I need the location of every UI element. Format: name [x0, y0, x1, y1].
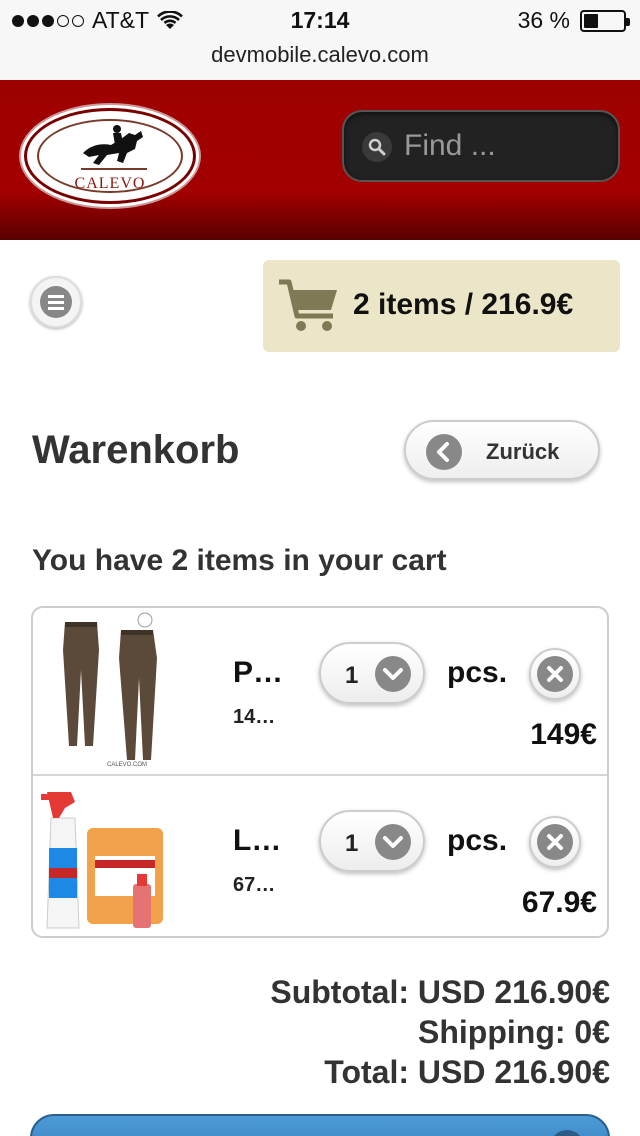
- checkout-button[interactable]: [30, 1114, 610, 1136]
- quantity-select[interactable]: 1: [319, 810, 425, 872]
- cart-summary-button[interactable]: 2 items / 216.9€: [263, 260, 620, 352]
- url-bar[interactable]: devmobile.calevo.com: [0, 40, 640, 80]
- shipping-cost: Shipping: 0€: [418, 1014, 610, 1050]
- logo-text: CALEVO: [74, 175, 146, 192]
- battery-icon: [580, 9, 630, 32]
- item-price: 149€: [530, 718, 597, 751]
- page-title: Warenkorb: [32, 428, 240, 472]
- site-header: CALEVO: [0, 80, 640, 240]
- svg-text:CALEVO.COM: CALEVO.COM: [107, 762, 147, 768]
- menu-icon: [40, 286, 72, 318]
- back-button[interactable]: Zurück: [404, 420, 600, 480]
- item-price: 67.9€: [521, 886, 597, 919]
- search-input[interactable]: [404, 126, 604, 166]
- item-sku: 67…: [233, 874, 276, 896]
- item-sku: 14…: [233, 706, 276, 728]
- battery-percentage: 36 %: [517, 7, 570, 33]
- url-text: devmobile.calevo.com: [211, 42, 429, 67]
- cart-count-heading: You have 2 items in your cart: [32, 544, 447, 577]
- order-totals: Subtotal: USD 216.90€ Shipping: 0€ Total…: [270, 972, 610, 1092]
- chevron-down-icon: [375, 656, 411, 692]
- quantity-unit: pcs.: [447, 824, 508, 857]
- remove-item-button[interactable]: [529, 648, 581, 700]
- close-icon: [537, 656, 573, 692]
- remove-item-button[interactable]: [529, 816, 581, 868]
- close-icon: [537, 824, 573, 860]
- quantity-select[interactable]: 1: [319, 642, 425, 704]
- calevo-logo[interactable]: CALEVO: [24, 108, 196, 204]
- item-name: P…: [233, 656, 284, 689]
- chevron-left-icon: [426, 434, 462, 470]
- search-box[interactable]: [342, 110, 620, 182]
- quantity-value: 1: [345, 830, 359, 857]
- menu-icon-line: [48, 307, 64, 310]
- cart-item[interactable]: L… 67… 1 pcs. 67.9€: [33, 774, 607, 936]
- battery-status: 36 %: [517, 7, 630, 34]
- spray-bottles-image: [35, 778, 175, 936]
- battery-fill: [584, 13, 598, 28]
- horse-rider-icon: [81, 125, 147, 170]
- item-name: L…: [233, 824, 282, 857]
- back-button-label: Zurück: [486, 439, 560, 464]
- total: Total: USD 216.90€: [324, 1054, 610, 1090]
- cart-list: CALEVO.COM P… 14… 1 pcs. 149€ L… 67… 1 p…: [31, 606, 609, 938]
- menu-icon-line: [48, 295, 64, 298]
- cart-summary-text: 2 items / 216.9€: [353, 288, 574, 321]
- menu-icon-line: [48, 301, 64, 304]
- status-bar: AT&T 17:14 36 %: [0, 0, 640, 40]
- chevron-right-icon: [550, 1130, 584, 1136]
- chevron-down-icon: [375, 824, 411, 860]
- search-icon: [362, 132, 392, 162]
- breeches-image: CALEVO.COM: [35, 610, 175, 770]
- menu-button[interactable]: [30, 276, 82, 328]
- subtotal: Subtotal: USD 216.90€: [270, 974, 610, 1010]
- cart-item[interactable]: CALEVO.COM P… 14… 1 pcs. 149€: [33, 608, 607, 772]
- shopping-cart-icon: [279, 279, 337, 331]
- quantity-unit: pcs.: [447, 656, 508, 689]
- quantity-value: 1: [345, 662, 359, 689]
